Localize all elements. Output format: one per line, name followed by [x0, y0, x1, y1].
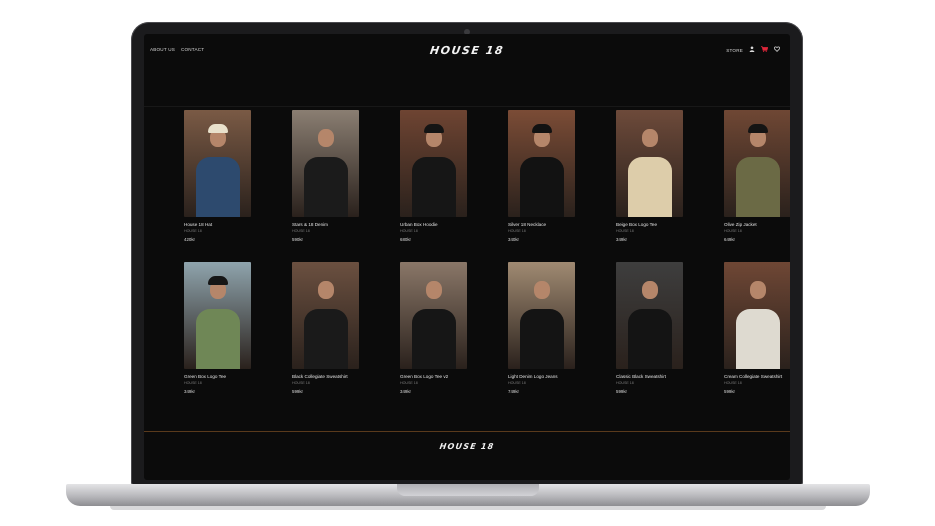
model-figure	[411, 157, 456, 217]
product-price: 340kr	[508, 237, 519, 243]
product-name[interactable]: Olive Zip Jacket	[724, 222, 790, 228]
model-cap	[531, 123, 552, 133]
laptop-lid: ABOUT US CONTACT HOUSE 18 STORE House 18…	[131, 22, 803, 486]
model-figure	[627, 309, 672, 369]
product-image[interactable]	[616, 110, 683, 217]
product-name[interactable]: Light Denim Logo Jeans	[508, 374, 575, 380]
product-price: 420kr	[184, 237, 195, 243]
product-brand: HOUSE 18	[616, 380, 634, 385]
product-image[interactable]	[292, 262, 359, 369]
product-name[interactable]: Green Box Logo Tee v2	[400, 374, 467, 380]
model-head	[533, 281, 550, 300]
product-image[interactable]	[184, 262, 251, 369]
product-price: 749kr	[508, 389, 519, 395]
model-head	[425, 281, 442, 300]
model-figure	[735, 309, 780, 369]
product-image[interactable]	[724, 110, 790, 217]
product-card[interactable]: House 18 Hat HOUSE 18 420kr	[184, 110, 251, 258]
footer-logo[interactable]: HOUSE 18	[144, 442, 790, 451]
product-brand: HOUSE 18	[724, 228, 742, 233]
model-cap	[747, 123, 768, 133]
model-cap	[207, 275, 228, 285]
product-price: 599kr	[616, 389, 627, 395]
model-head	[641, 129, 658, 148]
product-brand: HOUSE 18	[292, 380, 310, 385]
model-figure	[519, 309, 564, 369]
product-name[interactable]: Urban Box Hoodie	[400, 222, 467, 228]
product-name[interactable]: House 18 Hat	[184, 222, 251, 228]
product-price: 680kr	[400, 237, 411, 243]
product-name[interactable]: Beige Box Logo Tee	[616, 222, 683, 228]
brand-logo[interactable]: HOUSE 18	[144, 44, 790, 57]
model-head	[317, 129, 334, 148]
product-price: 349kr	[616, 237, 627, 243]
nav-right: STORE	[726, 46, 781, 54]
product-brand: HOUSE 18	[724, 380, 742, 385]
site-header: ABOUT US CONTACT HOUSE 18 STORE	[144, 34, 790, 107]
product-brand: HOUSE 18	[616, 228, 634, 233]
product-brand: HOUSE 18	[184, 380, 202, 385]
product-name[interactable]: Cream Collegiate Sweatshirt	[724, 374, 790, 380]
model-figure	[627, 157, 672, 217]
product-image[interactable]	[724, 262, 790, 369]
model-figure	[195, 157, 240, 217]
model-figure	[735, 157, 780, 217]
model-figure	[195, 309, 240, 369]
laptop-notch	[397, 484, 539, 496]
header-divider	[144, 106, 790, 107]
product-card[interactable]: Beige Box Logo Tee HOUSE 18 349kr	[616, 110, 683, 258]
product-image[interactable]	[184, 110, 251, 217]
heart-icon[interactable]	[773, 46, 781, 54]
product-price: 599kr	[292, 389, 303, 395]
product-card[interactable]: Silver 18 Necklace HOUSE 18 340kr	[508, 110, 575, 258]
model-head	[641, 281, 658, 300]
product-name[interactable]: Black Collegiate Sweatshirt	[292, 374, 359, 380]
product-price: 349kr	[184, 389, 195, 395]
product-card[interactable]: Green Box Logo Tee v2 HOUSE 18 349kr	[400, 262, 467, 410]
product-brand: HOUSE 18	[508, 380, 526, 385]
product-card[interactable]: Black Collegiate Sweatshirt HOUSE 18 599kr	[292, 262, 359, 410]
model-head	[317, 281, 334, 300]
product-card[interactable]: Light Denim Logo Jeans HOUSE 18 749kr	[508, 262, 575, 410]
product-image[interactable]	[400, 262, 467, 369]
product-brand: HOUSE 18	[292, 228, 310, 233]
laptop-screen: ABOUT US CONTACT HOUSE 18 STORE House 18…	[144, 34, 790, 480]
model-figure	[411, 309, 456, 369]
model-figure	[303, 309, 348, 369]
product-image[interactable]	[292, 110, 359, 217]
product-image[interactable]	[508, 110, 575, 217]
product-image[interactable]	[616, 262, 683, 369]
product-card[interactable]: Green Box Logo Tee HOUSE 18 349kr	[184, 262, 251, 410]
product-name[interactable]: Stars & 18 Denim	[292, 222, 359, 228]
model-cap	[423, 123, 444, 133]
product-image[interactable]	[400, 110, 467, 217]
product-price: 349kr	[400, 389, 411, 395]
model-figure	[303, 157, 348, 217]
product-name[interactable]: Classic Black Sweatshirt	[616, 374, 683, 380]
product-brand: HOUSE 18	[184, 228, 202, 233]
product-brand: HOUSE 18	[400, 380, 418, 385]
product-card[interactable]: Urban Box Hoodie HOUSE 18 680kr	[400, 110, 467, 258]
product-card[interactable]: Classic Black Sweatshirt HOUSE 18 599kr	[616, 262, 683, 410]
product-price: 599kr	[724, 389, 735, 395]
product-name[interactable]: Green Box Logo Tee	[184, 374, 251, 380]
model-head	[749, 281, 766, 300]
product-grid: House 18 Hat HOUSE 18 420kr Stars & 18 Deni…	[184, 110, 790, 410]
product-brand: HOUSE 18	[508, 228, 526, 233]
product-card[interactable]: Olive Zip Jacket HOUSE 18 649kr	[724, 110, 790, 258]
product-brand: HOUSE 18	[400, 228, 418, 233]
model-figure	[519, 157, 564, 217]
product-card[interactable]: Stars & 18 Denim HOUSE 18 590kr	[292, 110, 359, 258]
product-price: 590kr	[292, 237, 303, 243]
footer-divider	[144, 431, 790, 432]
user-icon[interactable]	[749, 46, 755, 54]
cart-icon[interactable]	[761, 46, 769, 54]
nav-store-link[interactable]: STORE	[726, 48, 743, 53]
laptop-base-shadow	[110, 506, 826, 510]
product-image[interactable]	[508, 262, 575, 369]
product-card[interactable]: Cream Collegiate Sweatshirt HOUSE 18 599kr	[724, 262, 790, 410]
product-name[interactable]: Silver 18 Necklace	[508, 222, 575, 228]
model-cap	[207, 123, 228, 133]
product-price: 649kr	[724, 237, 735, 243]
